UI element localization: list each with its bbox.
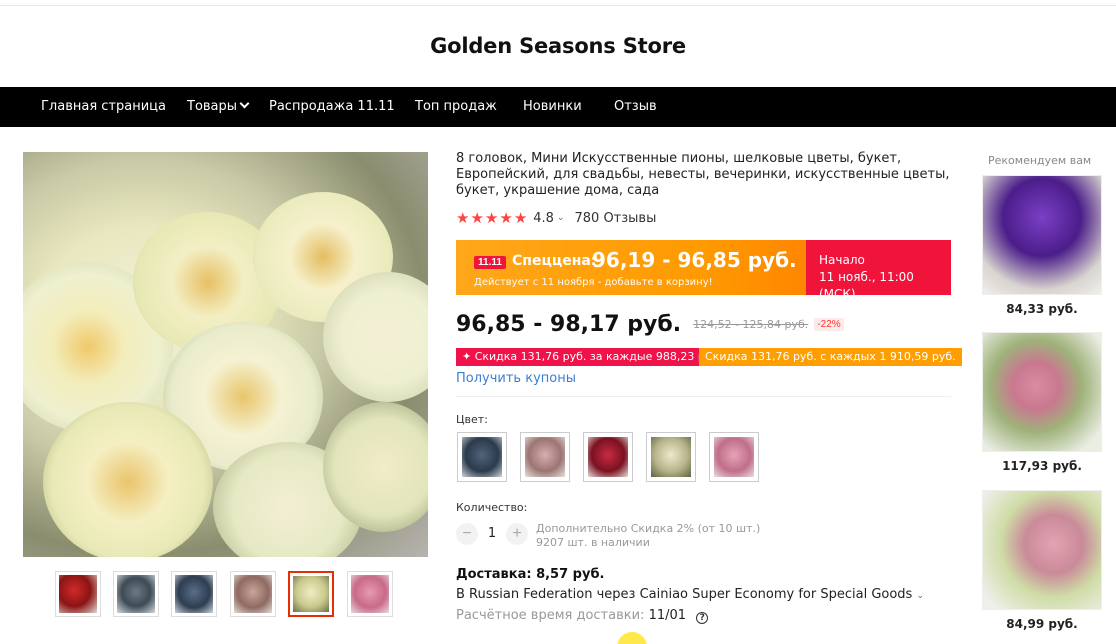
nav-products-label: Товары (187, 99, 238, 114)
nav-products[interactable]: Товары (187, 87, 250, 127)
help-icon[interactable]: ? (696, 612, 709, 624)
quantity-decrease-button[interactable]: − (456, 523, 478, 545)
color-option-dusty-pink[interactable] (520, 432, 570, 482)
color-option-blue[interactable] (457, 432, 507, 482)
quantity-increase-button[interactable]: + (506, 523, 528, 545)
recommend-item-image[interactable] (982, 175, 1102, 295)
star-icon: ★ (513, 209, 528, 227)
promo-badge: 11.11 (474, 256, 506, 269)
chevron-down-icon[interactable]: ⌄ (557, 213, 565, 223)
divider (456, 396, 951, 397)
bulk-discount-note: Дополнительно Скидка 2% (от 10 шт.) (536, 522, 761, 535)
color-option-white[interactable] (646, 432, 696, 482)
nav-new[interactable]: Новинки (523, 87, 582, 127)
rating-value[interactable]: 4.8 (533, 211, 554, 226)
quantity-label: Количество: (456, 501, 528, 514)
color-option-red[interactable] (583, 432, 633, 482)
delivery-estimate-value: 11/01 (648, 608, 687, 623)
star-icon: ★ (484, 209, 499, 227)
promo-label: Спеццена: (512, 253, 597, 269)
nav-sale[interactable]: Распродажа 11.11 (269, 87, 395, 127)
color-label: Цвет: (456, 413, 488, 426)
shipping-route[interactable]: В Russian Federation через Cainiao Super… (456, 587, 924, 602)
shipping-cost: Доставка: 8,57 руб. (456, 567, 605, 582)
recommend-title: Рекомендуем вам (988, 154, 1092, 167)
recommend-item-image[interactable] (982, 332, 1102, 452)
store-title[interactable]: Golden Seasons Store (0, 34, 1116, 58)
nav-feedback-label: Отзыв (614, 99, 657, 114)
main-product-image[interactable] (23, 152, 428, 557)
get-coupons-link[interactable]: Получить купоны (456, 371, 576, 386)
floating-widget[interactable] (617, 632, 647, 644)
promo-banner: 11.11 Спеццена: 96,19 - 96,85 руб. Дейст… (456, 240, 951, 295)
star-icon: ★ (499, 209, 513, 227)
thumbnail-blue[interactable] (171, 571, 217, 617)
chevron-down-icon: ⌄ (916, 591, 925, 601)
thumbnail-red[interactable] (55, 571, 101, 617)
rating-row: ★ ★ ★ ★ ★ 4.8 ⌄ 780 Отзывы (456, 209, 657, 227)
recommend-item-price[interactable]: 84,33 руб. (982, 302, 1102, 316)
thumbnail-dusty-pink[interactable] (230, 571, 276, 617)
recommend-item-price[interactable]: 117,93 руб. (982, 459, 1102, 473)
promo-price: 96,19 - 96,85 руб. (592, 248, 797, 272)
promo-start-label: Начало (819, 253, 865, 267)
reviews-link[interactable]: 780 Отзывы (575, 211, 657, 226)
current-price: 96,85 - 98,17 руб. (456, 311, 682, 337)
quantity-note: Дополнительно Скидка 2% (от 10 шт.) 9207… (536, 522, 760, 550)
chevron-down-icon (239, 98, 250, 109)
thumbnail-gray-blue[interactable] (113, 571, 159, 617)
shipping-route-text: В Russian Federation через Cainiao Super… (456, 587, 913, 602)
nav-home-label: Главная страница (41, 99, 166, 114)
coupon-store[interactable]: ✦ Скидка 131,76 руб. за каждые 988,23 ру… (456, 348, 728, 366)
nav-top-sales-label: Топ продаж (415, 99, 497, 114)
recommend-item-image[interactable] (982, 490, 1102, 610)
delivery-estimate-label: Расчётное время доставки: (456, 608, 645, 623)
quantity-input[interactable]: 1 (484, 526, 500, 541)
stock-note: 9207 шт. в наличии (536, 536, 650, 549)
product-title: 8 головок, Мини Искусственные пионы, шел… (456, 151, 950, 198)
thumbnail-white-selected[interactable] (288, 571, 334, 617)
promo-start: Начало 11 нояб., 11:00 (МСК) (806, 240, 951, 295)
recommend-item-price[interactable]: 84,99 руб. (982, 617, 1102, 631)
top-divider (0, 5, 1116, 6)
old-price: 124,52 - 125,84 руб. (693, 317, 809, 331)
promo-start-time: 11 нояб., 11:00 (МСК) (819, 270, 914, 295)
promo-subtext: Действует с 11 ноября - добавьте в корзи… (474, 277, 713, 288)
star-icon: ★ (470, 209, 484, 227)
nav-top-sales[interactable]: Топ продаж (415, 87, 497, 127)
nav-home[interactable]: Главная страница (41, 87, 166, 127)
nav-sale-label: Распродажа 11.11 (269, 99, 395, 114)
discount-badge: -22% (814, 317, 844, 331)
delivery-estimate: Расчётное время доставки: 11/01 ? (456, 608, 709, 624)
nav-feedback[interactable]: Отзыв (614, 87, 657, 127)
nav-new-label: Новинки (523, 99, 582, 114)
color-option-pink[interactable] (709, 432, 759, 482)
star-icon: ★ (456, 209, 470, 227)
coupon-select[interactable]: Скидка 131,76 руб. с каждых 1 910,59 руб… (699, 348, 962, 366)
store-nav: Главная страница Товары Распродажа 11.11… (0, 87, 1116, 127)
thumbnail-pink[interactable] (347, 571, 393, 617)
price-row: 96,85 - 98,17 руб. 124,52 - 125,84 руб. … (456, 310, 844, 338)
